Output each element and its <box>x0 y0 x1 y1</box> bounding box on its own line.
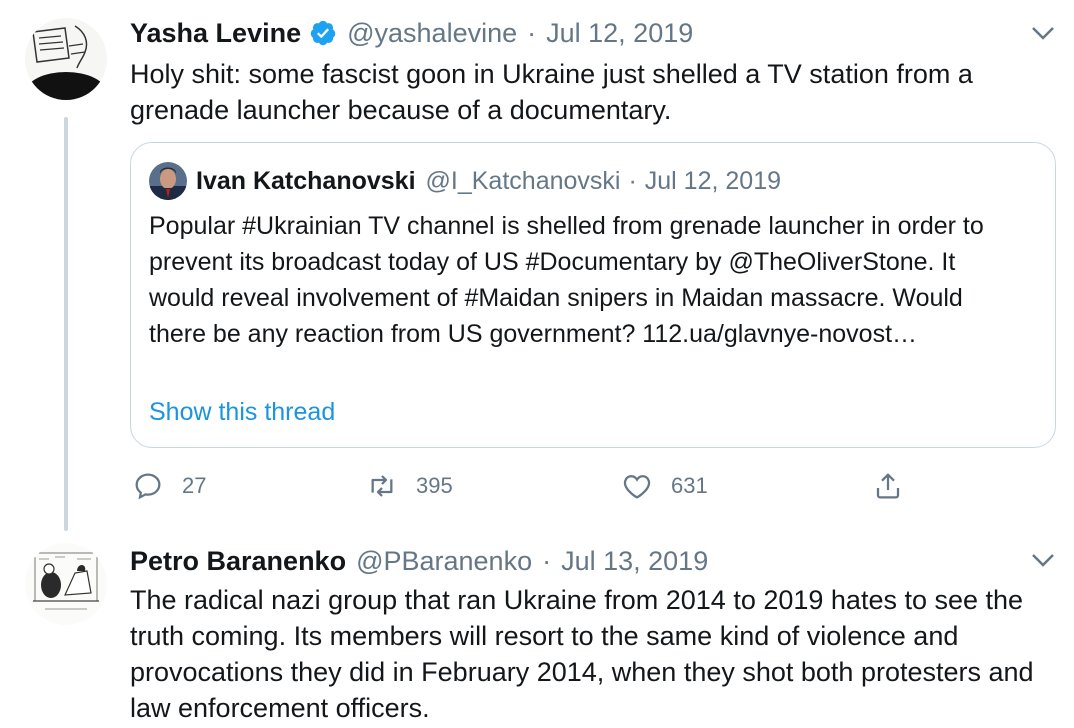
author-name[interactable]: Yasha Levine <box>130 18 301 49</box>
quoted-tweet-text: Popular #Ukrainian TV channel is shelled… <box>149 212 984 348</box>
quoted-author-name: Ivan Katchanovski <box>196 166 416 195</box>
retweet-icon <box>371 475 393 497</box>
show-this-thread-link[interactable]: Show this thread <box>149 398 335 427</box>
reply-count: 27 <box>182 473 207 498</box>
author-name[interactable]: Petro Baranenko <box>130 546 346 577</box>
share-button[interactable] <box>872 470 922 502</box>
separator-dot: · <box>628 166 637 195</box>
reply-button[interactable]: 27 <box>132 470 206 502</box>
author-handle[interactable]: @PBaranenko <box>356 546 532 577</box>
like-count: 631 <box>671 473 708 498</box>
tweet-text: The radical nazi group that ran Ukraine … <box>130 585 1034 723</box>
heart-icon <box>623 475 651 499</box>
quoted-tweet-date: Jul 12, 2019 <box>644 166 781 195</box>
tweet-header: Yasha Levine @yashalevine · Jul 12, 2019 <box>130 15 693 51</box>
separator-dot: · <box>542 545 552 576</box>
reply-icon <box>135 473 161 500</box>
tweet-date[interactable]: Jul 12, 2019 <box>546 18 693 49</box>
retweet-count: 395 <box>416 473 453 498</box>
avatar-petro-baranenko[interactable] <box>25 543 107 625</box>
thread-connector-line <box>64 117 68 531</box>
quoted-author-handle: @I_Katchanovski <box>425 166 621 195</box>
share-icon <box>876 473 900 499</box>
retweet-button[interactable]: 395 <box>366 470 453 502</box>
tweet-date[interactable]: Jul 13, 2019 <box>561 546 708 577</box>
quoted-tweet-header: Ivan Katchanovski @I_Katchanovski · Jul … <box>196 164 781 198</box>
avatar-ivan-katchanovski[interactable] <box>149 162 187 200</box>
chevron-down-icon[interactable] <box>1028 545 1058 575</box>
author-handle[interactable]: @yashalevine <box>347 18 517 49</box>
separator-dot: · <box>527 17 537 48</box>
like-button[interactable]: 631 <box>621 470 708 502</box>
tweet-text: Holy shit: some fascist goon in Ukraine … <box>130 59 973 125</box>
avatar-yasha-levine[interactable] <box>25 18 107 100</box>
verified-badge-icon <box>310 20 336 46</box>
chevron-down-icon[interactable] <box>1028 18 1058 48</box>
tweet-header: Petro Baranenko @PBaranenko · Jul 13, 20… <box>130 543 708 579</box>
